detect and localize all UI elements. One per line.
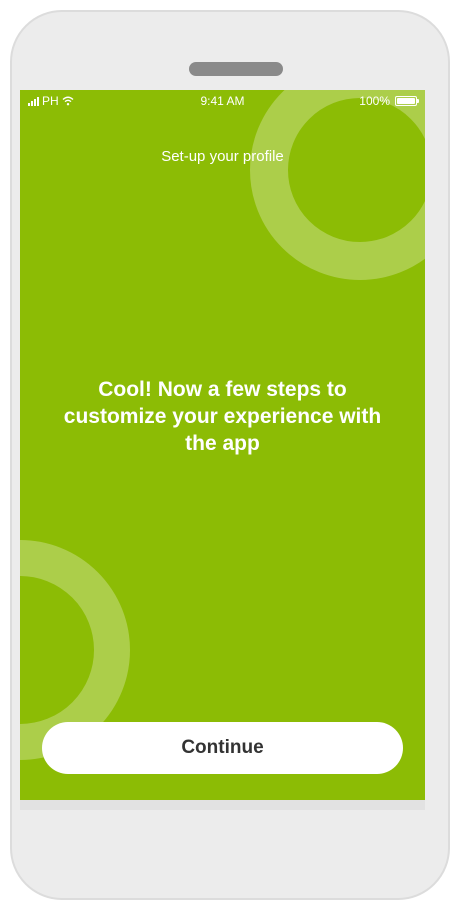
phone-speaker	[189, 62, 283, 76]
battery-icon	[395, 96, 419, 106]
battery-level-fill	[397, 98, 415, 104]
continue-button[interactable]: Continue	[42, 722, 403, 774]
status-bar: PH 9:41 AM 100%	[20, 90, 425, 112]
page-title: Set-up your profile	[161, 148, 284, 165]
battery-percent: 100%	[359, 94, 390, 108]
onboarding-message: Cool! Now a few steps to customize your …	[63, 378, 382, 455]
screen-bottom-edge	[20, 800, 425, 810]
status-right: 100%	[359, 94, 419, 108]
decorative-ring-top	[250, 90, 425, 280]
app-screen: PH 9:41 AM 100% Set-up your profile Cool…	[20, 90, 425, 800]
